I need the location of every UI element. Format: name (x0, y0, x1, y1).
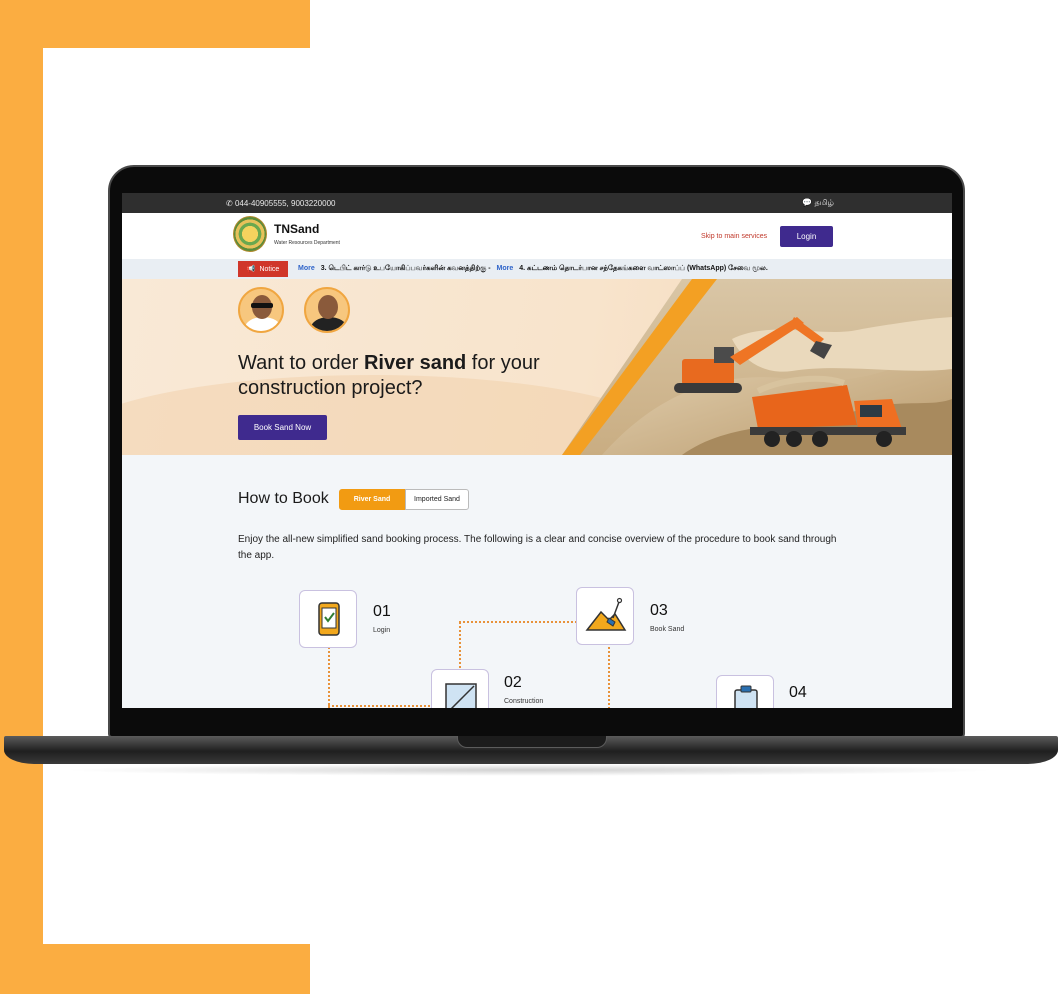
how-to-book-description: Enjoy the all-new simplified sand bookin… (238, 534, 837, 561)
notice-bar: 📢 Notice More 3. டெபிட் கார்டு உபயோகிப்பவ… (122, 259, 952, 279)
notice-text[interactable]: 3. டெபிட் கார்டு உபயோகிப்பவர்களின் கவனத்… (321, 265, 491, 272)
step-card-book-sand[interactable] (576, 587, 634, 645)
laptop-screen: ✆ 044-40905555, 9003220000 💬 தமிழ் TNSan… (122, 193, 952, 708)
department-name: Water Resources Department (274, 240, 340, 246)
step-label-book-sand: Book Sand (650, 626, 685, 633)
phone-checkbox-icon (318, 602, 340, 636)
book-sand-now-button[interactable]: Book Sand Now (238, 415, 327, 440)
step-number-01: 01 (373, 603, 391, 620)
clipboard-icon (734, 685, 758, 708)
top-contact-bar: ✆ 044-40905555, 9003220000 💬 தமிழ் (122, 193, 952, 213)
megaphone-icon: 📢 (246, 266, 256, 273)
tab-imported-sand[interactable]: Imported Sand (405, 489, 469, 510)
notice-more-link[interactable]: More (298, 265, 315, 272)
hero-title: Want to order River sand for your constr… (238, 352, 540, 399)
step-number-04: 04 (789, 684, 807, 701)
site-header: TNSand Water Resources Department Skip t… (122, 213, 952, 259)
site-brand[interactable]: TNSand (274, 222, 319, 236)
tab-river-sand[interactable]: River Sand (339, 489, 405, 510)
step-number-03: 03 (650, 602, 668, 619)
how-to-book-section: How to Book River Sand Imported Sand Enj… (122, 455, 952, 708)
notice-ticker: More 3. டெபிட் கார்டு உபயோகிப்பவர்களின் க… (298, 264, 768, 273)
leader-portrait-2 (304, 287, 350, 333)
step-label-construction: Construction (504, 698, 544, 705)
construction-icon (445, 683, 477, 708)
language-label: தமிழ் (814, 198, 834, 207)
translate-icon: 💬 (802, 198, 813, 207)
skip-to-main-link[interactable]: Skip to main services (701, 233, 767, 240)
phone-icon: ✆ (226, 199, 233, 208)
step-connector (328, 643, 330, 708)
language-switch[interactable]: 💬 தமிழ் (802, 198, 834, 208)
laptop-shadow (60, 764, 1000, 776)
notice-label: Notice (259, 265, 280, 273)
phone-numbers: 044-40905555, 9003220000 (234, 199, 336, 208)
step-card-construction[interactable] (431, 669, 489, 708)
login-button[interactable]: Login (780, 226, 833, 247)
notice-text[interactable]: 4. கட்டணம் தொடர்பான சந்தேகங்களை வாட்ஸாப்… (519, 265, 768, 272)
tn-government-emblem-icon[interactable] (233, 216, 267, 252)
how-to-book-title: How to Book (238, 490, 329, 507)
step-connector (459, 621, 577, 623)
hero-banner: Want to order River sand for your constr… (122, 279, 952, 455)
step-card-4[interactable] (716, 675, 774, 708)
laptop-base-notch (457, 736, 607, 748)
step-number-02: 02 (504, 674, 522, 691)
notice-more-link[interactable]: More (497, 265, 514, 272)
phone-contact[interactable]: ✆ 044-40905555, 9003220000 (226, 199, 335, 208)
sand-type-tabs: River Sand Imported Sand (339, 489, 469, 510)
step-connector (608, 647, 610, 708)
notice-badge: 📢 Notice (238, 261, 288, 277)
step-connector (328, 705, 438, 707)
leader-portrait-1 (238, 287, 284, 333)
step-card-login[interactable] (299, 590, 357, 648)
sand-shovel-icon (585, 597, 627, 631)
excavator-truck-photo (562, 279, 952, 455)
step-label-login: Login (373, 627, 391, 634)
